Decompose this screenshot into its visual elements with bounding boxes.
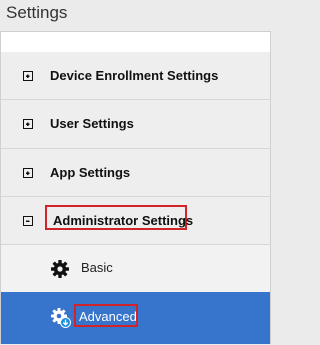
admin-item-label: Advanced — [79, 309, 137, 324]
minus-box-icon[interactable] — [23, 216, 33, 226]
plus-box-icon[interactable] — [23, 168, 33, 178]
settings-panel: Device Enrollment Settings User Settings… — [0, 31, 271, 344]
section-label: User Settings — [50, 116, 134, 131]
admin-item-advanced[interactable]: Advanced — [1, 292, 270, 344]
plus-box-icon[interactable] — [23, 71, 33, 81]
section-label: App Settings — [50, 165, 131, 180]
page-title: Settings — [6, 3, 68, 22]
admin-item-label: Basic — [81, 260, 113, 275]
section-administrator-settings[interactable]: Administrator Settings — [1, 197, 270, 245]
section-label: Device Enrollment Settings — [50, 68, 219, 83]
plus-box-icon[interactable] — [23, 119, 33, 129]
gear-icon — [50, 259, 70, 279]
section-app-settings[interactable]: App Settings — [1, 149, 270, 197]
gear-download-icon — [50, 307, 71, 328]
section-device-enrollment-settings[interactable]: Device Enrollment Settings — [1, 52, 270, 100]
section-label: Administrator Settings — [53, 213, 194, 228]
admin-item-basic[interactable]: Basic — [1, 245, 270, 292]
section-user-settings[interactable]: User Settings — [1, 100, 270, 149]
